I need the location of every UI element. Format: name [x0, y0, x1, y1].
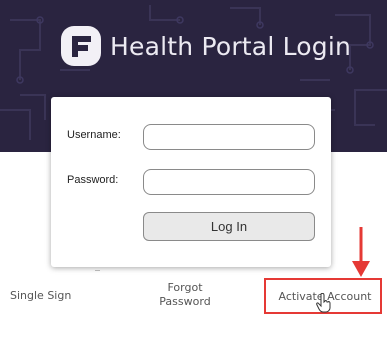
- brand: Health Portal Login: [60, 22, 351, 70]
- password-label: Password:: [67, 174, 119, 186]
- single-sign-on-link[interactable]: Single Sign: [10, 289, 71, 303]
- portal-logo-icon: [61, 26, 101, 66]
- username-label: Username:: [67, 129, 121, 141]
- hand-cursor-icon: [316, 293, 331, 313]
- forgot-password-line-2: Password: [159, 295, 211, 308]
- login-card: Username: Password: Log In: [51, 97, 331, 267]
- arrow-down-icon: [352, 227, 370, 277]
- divider: [95, 270, 100, 271]
- login-button[interactable]: Log In: [143, 212, 315, 241]
- forgot-password-line-1: Forgot: [167, 281, 203, 294]
- forgot-password-link[interactable]: Forgot Password: [155, 281, 215, 309]
- password-input[interactable]: [143, 169, 315, 195]
- page-title: Health Portal Login: [110, 31, 352, 61]
- username-input[interactable]: [143, 124, 315, 150]
